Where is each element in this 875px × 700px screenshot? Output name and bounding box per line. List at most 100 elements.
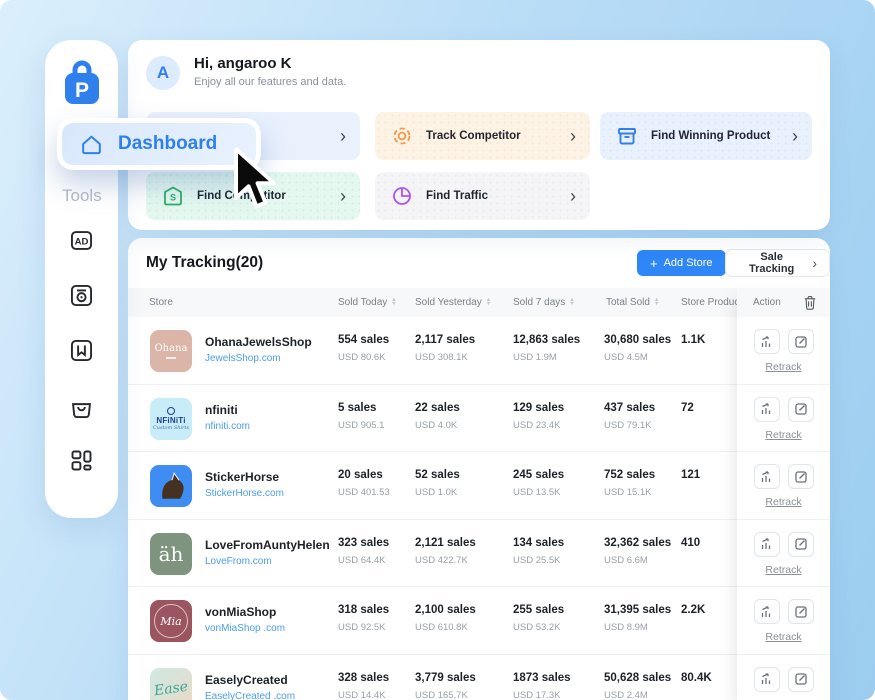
store-link[interactable]: StickerHorse.com [205, 488, 284, 499]
chevron-right-icon: › [570, 187, 576, 205]
chart-icon[interactable] [754, 599, 780, 624]
table-header: Store Sold Today▲▼ Sold Yesterday▲▼ Sold… [128, 288, 830, 317]
chart-icon[interactable] [754, 532, 780, 557]
col-sold-yesterday[interactable]: Sold Yesterday▲▼ [415, 297, 491, 308]
store-logo: Ohana [150, 330, 192, 372]
table-row: NFiNiTi Custom Shirts nfiniti nfiniti.co… [128, 385, 830, 453]
svg-text:AD: AD [75, 236, 89, 247]
col-action: Action [753, 297, 781, 308]
retrack-link[interactable]: Retrack [737, 631, 830, 643]
feature-card-label: Find Traffic [426, 190, 488, 202]
store-products-value: 2.2K [681, 604, 705, 616]
feature-card-track-competitor[interactable]: Track Competitor › [375, 112, 590, 160]
apps-grid-icon[interactable] [68, 447, 95, 474]
edit-icon[interactable] [788, 667, 814, 692]
store-name: nfiniti [205, 403, 238, 417]
plus-icon: + [650, 256, 658, 271]
col-sold-today[interactable]: Sold Today▲▼ [338, 297, 397, 308]
shopping-bag-icon[interactable] [68, 394, 95, 421]
store-logo: NFiNiTi Custom Shirts [150, 398, 192, 440]
tools-section-label: Tools [62, 186, 102, 206]
sort-icon: ▲▼ [654, 298, 659, 307]
feature-card-label: Track Competitor [426, 130, 521, 142]
ads-icon[interactable]: AD [68, 227, 95, 254]
retrack-link[interactable]: Retrack [737, 564, 830, 576]
store-name: StickerHorse [205, 470, 279, 484]
svg-text:S: S [170, 193, 176, 203]
store-logo [150, 465, 192, 507]
action-cell: Retrack [737, 587, 830, 655]
retrack-link[interactable]: Retrack [737, 361, 830, 373]
store-products-value: 72 [681, 402, 694, 414]
store-name: LoveFromAuntyHelen [205, 538, 330, 552]
action-column: Action [737, 288, 830, 700]
sort-icon: ▲▼ [391, 298, 396, 307]
box-icon [616, 125, 638, 147]
edit-icon[interactable] [788, 599, 814, 624]
chart-icon[interactable] [754, 397, 780, 422]
retrack-link[interactable]: Retrack [737, 429, 830, 441]
trash-icon[interactable] [803, 295, 817, 310]
add-store-button[interactable]: + Add Store [637, 250, 726, 276]
col-store: Store [149, 297, 173, 308]
pie-icon [391, 185, 413, 207]
action-cell: Retrack [737, 655, 830, 700]
edit-icon[interactable] [788, 397, 814, 422]
horse-icon [154, 469, 188, 503]
table-row: Ohana OhanaJewelsShop JewelsShop.com 554… [128, 317, 830, 385]
store-link[interactable]: EaselyCreated .com [205, 691, 295, 700]
greeting-title: Hi, angaroo K [194, 55, 292, 72]
col-sold-7days[interactable]: Sold 7 days▲▼ [513, 297, 575, 308]
sidebar: P Tools AD [45, 40, 118, 518]
edit-icon[interactable] [788, 464, 814, 489]
table-row: StickerHorse StickerHorse.com 20 salesUS… [128, 452, 830, 520]
table-row: äh LoveFromAuntyHelen LoveFrom.com 323 s… [128, 520, 830, 588]
table-row: Ease EaselyCreated EaselyCreated .com 32… [128, 655, 830, 700]
action-cell: Retrack [737, 520, 830, 588]
store-name: vonMiaShop [205, 605, 276, 619]
store-products-value: 1.1K [681, 334, 705, 346]
store-link[interactable]: JewelsShop.com [205, 353, 281, 364]
store-name: OhanaJewelsShop [205, 335, 312, 349]
store-logo: äh [150, 533, 192, 575]
feature-card-find-winning-product[interactable]: Find Winning Product › [600, 112, 812, 160]
tracking-title: My Tracking(20) [146, 254, 263, 272]
svg-text:P: P [75, 79, 89, 102]
home-icon [79, 132, 104, 157]
chevron-right-icon: › [570, 127, 576, 145]
store-products-value: 80.4K [681, 672, 712, 684]
action-cell: Retrack [737, 385, 830, 453]
store-link[interactable]: nfiniti.com [205, 421, 250, 432]
store-name: EaselyCreated [205, 673, 288, 687]
edit-icon[interactable] [788, 532, 814, 557]
action-cell: Retrack [737, 317, 830, 385]
feature-card-find-traffic[interactable]: Find Traffic › [375, 172, 590, 220]
chart-icon[interactable] [754, 329, 780, 354]
bookmark-icon[interactable] [68, 337, 95, 364]
feature-card-label: Find Winning Product [651, 130, 770, 142]
table-row: Mia vonMiaShop vonMiaShop .com 318 sales… [128, 587, 830, 655]
greeting-subtitle: Enjoy all our features and data. [194, 76, 346, 88]
scan-target-icon[interactable] [68, 282, 95, 309]
app-logo-icon[interactable]: P [62, 60, 102, 106]
mouse-cursor [228, 146, 280, 214]
sale-tracking-button[interactable]: Sale Tracking › [725, 249, 830, 277]
edit-icon[interactable] [788, 329, 814, 354]
store-logo: Mia [150, 600, 192, 642]
store-link[interactable]: vonMiaShop .com [205, 623, 285, 634]
retrack-link[interactable]: Retrack [737, 496, 830, 508]
shop-s-icon: S [162, 185, 184, 207]
col-total-sold[interactable]: Total Sold▲▼ [606, 297, 659, 308]
avatar[interactable]: A [146, 56, 180, 90]
chevron-right-icon: › [792, 127, 798, 145]
sort-icon: ▲▼ [486, 298, 491, 307]
app-screen: P Tools AD A Hi, angaroo [0, 0, 875, 700]
chart-icon[interactable] [754, 464, 780, 489]
store-products-value: 121 [681, 469, 700, 481]
chevron-right-icon: › [812, 255, 817, 271]
chart-icon[interactable] [754, 667, 780, 692]
store-link[interactable]: LoveFrom.com [205, 556, 272, 567]
store-logo: Ease [150, 668, 192, 700]
chevron-right-icon: › [340, 127, 346, 145]
chevron-right-icon: › [340, 187, 346, 205]
